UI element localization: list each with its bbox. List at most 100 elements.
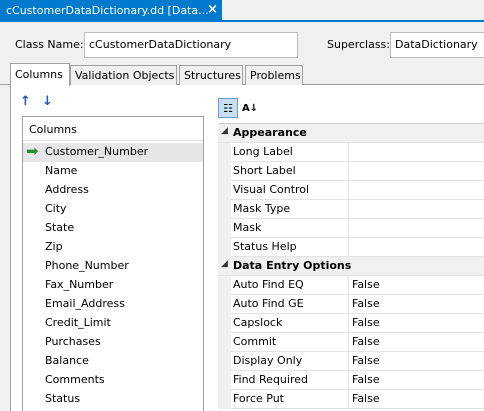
property-category-label: Data Entry Options — [233, 259, 352, 272]
close-icon[interactable]: × — [207, 2, 218, 17]
property-category[interactable]: ◢ Data Entry Options — [218, 257, 484, 276]
column-list-item[interactable]: Zip — [23, 238, 203, 257]
property-row[interactable]: Auto Find GE False — [218, 295, 484, 314]
property-value[interactable] — [348, 143, 484, 162]
property-value[interactable] — [348, 238, 484, 257]
column-list-item[interactable]: ➡ Customer_Number — [23, 142, 203, 162]
property-value[interactable]: False — [348, 371, 484, 390]
collapse-caret-icon[interactable]: ◢ — [221, 126, 228, 136]
current-row-arrow-icon: ➡ — [26, 142, 39, 160]
property-row[interactable]: Visual Control — [218, 181, 484, 200]
column-name: Status — [45, 392, 81, 405]
property-value[interactable]: False — [348, 314, 484, 333]
tab-columns[interactable]: Columns — [10, 63, 70, 86]
column-name: Fax_Number — [45, 278, 114, 291]
class-name-field[interactable]: cCustomerDataDictionary — [84, 32, 298, 58]
property-value[interactable]: False — [348, 295, 484, 314]
arrow-up-icon[interactable]: ↑ — [20, 94, 31, 109]
property-value[interactable]: False — [348, 333, 484, 352]
document-tab-title: cCustomerDataDictionary.dd [Data... — [6, 3, 209, 17]
property-name: Find Required — [233, 373, 308, 386]
property-name: Commit — [233, 335, 277, 348]
tab-problems[interactable]: Problems — [245, 65, 303, 85]
column-list-item[interactable]: State — [23, 219, 203, 238]
property-gutter — [218, 390, 231, 409]
property-row[interactable]: Commit False — [218, 333, 484, 352]
columns-list-header: Columns — [23, 117, 203, 141]
tab-validation-objects[interactable]: Validation Objects — [70, 65, 177, 85]
property-row[interactable]: Capslock False — [218, 314, 484, 333]
property-grid: ◢ Appearance Long Label Short Label Visual C… — [218, 123, 484, 411]
property-name: Short Label — [233, 164, 296, 177]
column-name: Address — [45, 183, 89, 196]
property-gutter — [218, 219, 231, 238]
categorized-icon[interactable]: ☷ — [218, 98, 238, 118]
property-gutter — [218, 143, 231, 162]
property-value[interactable]: False — [348, 352, 484, 371]
property-value[interactable]: False — [348, 276, 484, 295]
column-list-item[interactable]: City — [23, 200, 203, 219]
sort-az-icon[interactable]: A↓ — [240, 98, 260, 118]
property-name: Long Label — [233, 145, 293, 158]
property-name: Mask — [233, 221, 262, 234]
property-value[interactable] — [348, 200, 484, 219]
column-name: City — [45, 202, 67, 215]
tab-bar: Columns Validation Objects Structures Pr… — [0, 63, 484, 86]
class-name-label: Class Name: — [15, 38, 84, 51]
class-row: Class Name: cCustomerDataDictionary Supe… — [0, 32, 484, 58]
column-list-item[interactable]: Email_Address — [23, 295, 203, 314]
property-category[interactable]: ◢ Appearance — [218, 124, 484, 143]
property-gutter — [218, 181, 231, 200]
columns-panel: ↑ ↓ Columns ➡ Customer_Number Name Address C… — [10, 85, 484, 411]
column-list-item[interactable]: Name — [23, 162, 203, 181]
property-name: Auto Find GE — [233, 297, 304, 310]
property-name: Display Only — [233, 354, 303, 367]
column-list-item[interactable]: Fax_Number — [23, 276, 203, 295]
property-name: Status Help — [233, 240, 297, 253]
collapse-caret-icon[interactable]: ◢ — [221, 259, 228, 269]
column-list-item[interactable]: Balance — [23, 352, 203, 371]
property-row[interactable]: Display Only False — [218, 352, 484, 371]
property-gutter — [218, 200, 231, 219]
column-list-item[interactable]: Address — [23, 181, 203, 200]
property-value[interactable] — [348, 162, 484, 181]
column-list-item[interactable]: Status — [23, 390, 203, 409]
arrow-down-icon[interactable]: ↓ — [42, 94, 53, 109]
column-name: Email_Address — [45, 297, 125, 310]
column-list-item[interactable]: Credit_Limit — [23, 314, 203, 333]
property-gutter — [218, 238, 231, 257]
property-row[interactable]: Status Help — [218, 238, 484, 257]
property-row[interactable]: Mask — [218, 219, 484, 238]
column-name: Zip — [45, 240, 63, 253]
column-name: State — [45, 221, 75, 234]
property-value[interactable]: False — [348, 390, 484, 409]
property-gutter — [218, 314, 231, 333]
property-row[interactable]: Force Put False — [218, 390, 484, 409]
property-value[interactable] — [348, 181, 484, 200]
property-row[interactable]: Find Required False — [218, 371, 484, 390]
property-name: Auto Find EQ — [233, 278, 304, 291]
document-tab-strip: cCustomerDataDictionary.dd [Data... × — [0, 0, 484, 22]
tab-structures[interactable]: Structures — [179, 65, 243, 85]
column-list-item[interactable]: Phone_Number — [23, 257, 203, 276]
property-gutter — [218, 276, 231, 295]
property-row[interactable]: Short Label — [218, 162, 484, 181]
column-list-item[interactable]: Purchases — [23, 333, 203, 352]
property-value[interactable] — [348, 219, 484, 238]
column-list-item[interactable]: Comments — [23, 371, 203, 390]
property-gutter — [218, 162, 231, 181]
column-name: Name — [45, 164, 78, 177]
property-row[interactable]: Mask Type — [218, 200, 484, 219]
column-name: Purchases — [45, 335, 101, 348]
column-name: Comments — [45, 373, 105, 386]
column-name: Phone_Number — [45, 259, 129, 272]
property-row[interactable]: Long Label — [218, 143, 484, 162]
property-row[interactable]: Auto Find EQ False — [218, 276, 484, 295]
document-tab[interactable]: cCustomerDataDictionary.dd [Data... × — [0, 0, 222, 20]
property-category-label: Appearance — [233, 126, 307, 139]
superclass-field[interactable]: DataDictionary — [390, 32, 484, 58]
property-gutter — [218, 352, 231, 371]
property-gutter — [218, 371, 231, 390]
property-gutter — [218, 333, 231, 352]
column-name: Balance — [45, 354, 89, 367]
